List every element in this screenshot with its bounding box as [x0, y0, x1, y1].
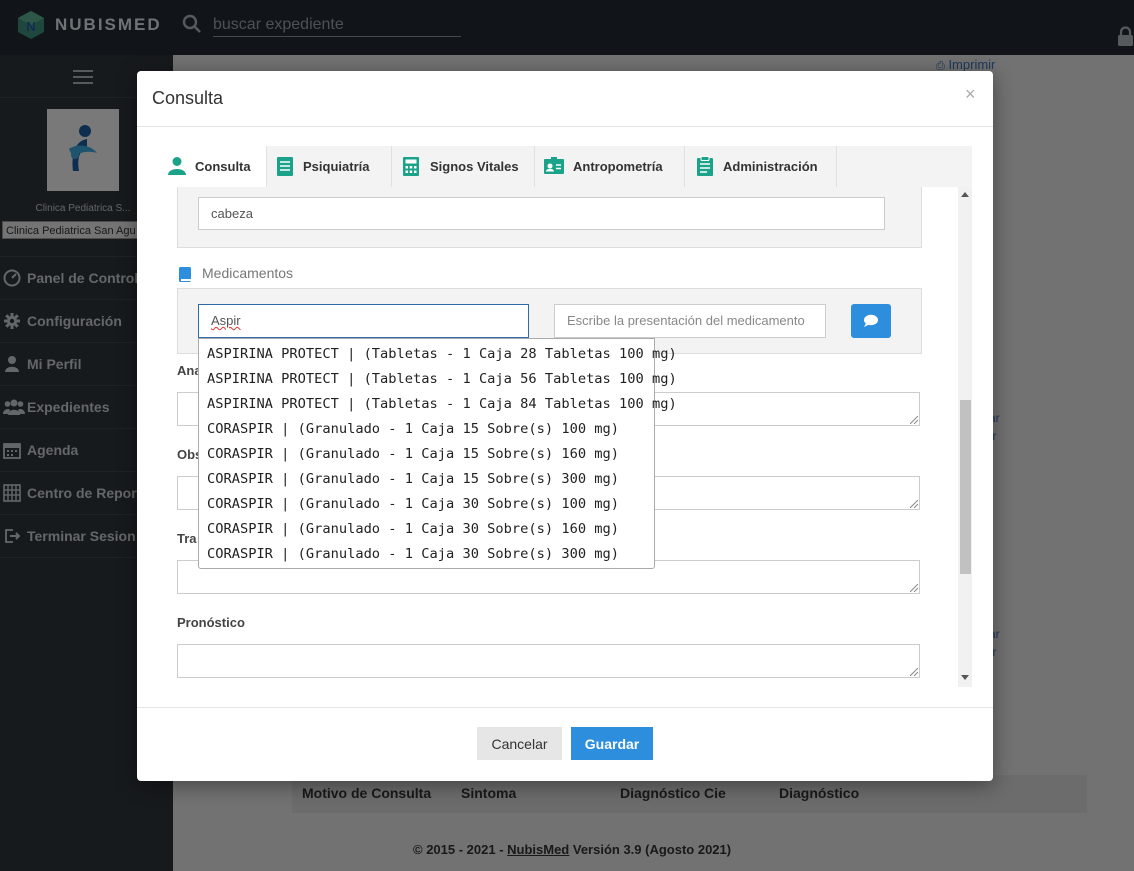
presentacion-input[interactable]: Escribe la presentación del medicamento [554, 304, 826, 338]
add-medicamento-button[interactable] [851, 304, 891, 338]
medicamento-input-text: Aspir [211, 313, 241, 328]
book-icon [179, 267, 191, 282]
pronostico-label: Pronóstico [177, 615, 245, 630]
tab-divider [836, 146, 837, 187]
autocomplete-option[interactable]: CORASPIR | (Granulado - 1 Caja 30 Sobre(… [207, 542, 619, 567]
autocomplete-option[interactable]: CORASPIR | (Granulado - 1 Caja 15 Sobre(… [207, 417, 619, 442]
tab-psiquiatria[interactable]: Psiquiatría [267, 146, 391, 187]
cancel-button[interactable]: Cancelar [477, 727, 562, 760]
modal-footer-divider [137, 707, 993, 708]
save-button[interactable]: Guardar [571, 727, 653, 760]
autocomplete-option[interactable]: CORASPIR | (Granulado - 1 Caja 30 Sobre(… [207, 492, 619, 517]
medicamentos-text: Medicamentos [202, 265, 294, 281]
tab-label: Consulta [195, 159, 251, 174]
autocomplete-option[interactable]: CORASPIR | (Granulado - 1 Caja 15 Sobre(… [207, 442, 619, 467]
modal-header-divider [137, 126, 993, 127]
tab-label: Psiquiatría [303, 159, 370, 174]
resize-grip-icon[interactable] [910, 416, 918, 424]
autocomplete-option[interactable]: ASPIRINA PROTECT | (Tabletas - 1 Caja 84… [207, 392, 677, 417]
pronostico-textarea[interactable] [177, 644, 920, 678]
autocomplete-option[interactable]: CORASPIR | (Granulado - 1 Caja 15 Sobre(… [207, 467, 619, 492]
calculator-icon [403, 157, 419, 176]
medicamento-search-input[interactable]: Aspir [198, 304, 529, 338]
resize-grip-icon[interactable] [910, 668, 918, 676]
close-icon[interactable]: × [965, 84, 976, 105]
scroll-thumb[interactable] [960, 400, 971, 574]
modal-tabs: Consulta Psiquiatría Signos Vitales Antr… [164, 146, 972, 187]
tab-label: Administración [723, 159, 818, 174]
sintoma-panel: cabeza [177, 187, 922, 248]
modal-scrollbar[interactable] [958, 187, 972, 687]
autocomplete-option[interactable]: ASPIRINA PROTECT | (Tabletas - 1 Caja 56… [207, 367, 677, 392]
id-card-icon [544, 157, 564, 174]
tab-label: Signos Vitales [430, 159, 519, 174]
autocomplete-option[interactable]: ASPIRINA PROTECT | (Tabletas - 1 Caja 28… [207, 342, 677, 367]
comment-icon [864, 314, 878, 327]
tab-antropometria[interactable]: Antropometría [535, 146, 684, 187]
tab-label: Antropometría [573, 159, 663, 174]
resize-grip-icon[interactable] [910, 584, 918, 592]
medicamento-autocomplete-list: ASPIRINA PROTECT | (Tabletas - 1 Caja 28… [198, 338, 677, 569]
document-icon [277, 157, 293, 176]
tratamiento-label: Tra [177, 531, 197, 546]
sintoma-input[interactable]: cabeza [198, 197, 885, 230]
scroll-down-arrow-icon[interactable] [961, 675, 969, 680]
resize-grip-icon[interactable] [910, 500, 918, 508]
tab-signos-vitales[interactable]: Signos Vitales [392, 146, 534, 187]
user-icon [168, 157, 186, 175]
clipboard-icon [697, 156, 713, 176]
tab-administracion[interactable]: Administración [685, 146, 836, 187]
autocomplete-option[interactable]: CORASPIR | (Granulado - 1 Caja 30 Sobre(… [207, 517, 619, 542]
tab-consulta[interactable]: Consulta [164, 146, 266, 187]
scroll-up-arrow-icon[interactable] [961, 192, 969, 197]
modal-title: Consulta [152, 88, 224, 108]
